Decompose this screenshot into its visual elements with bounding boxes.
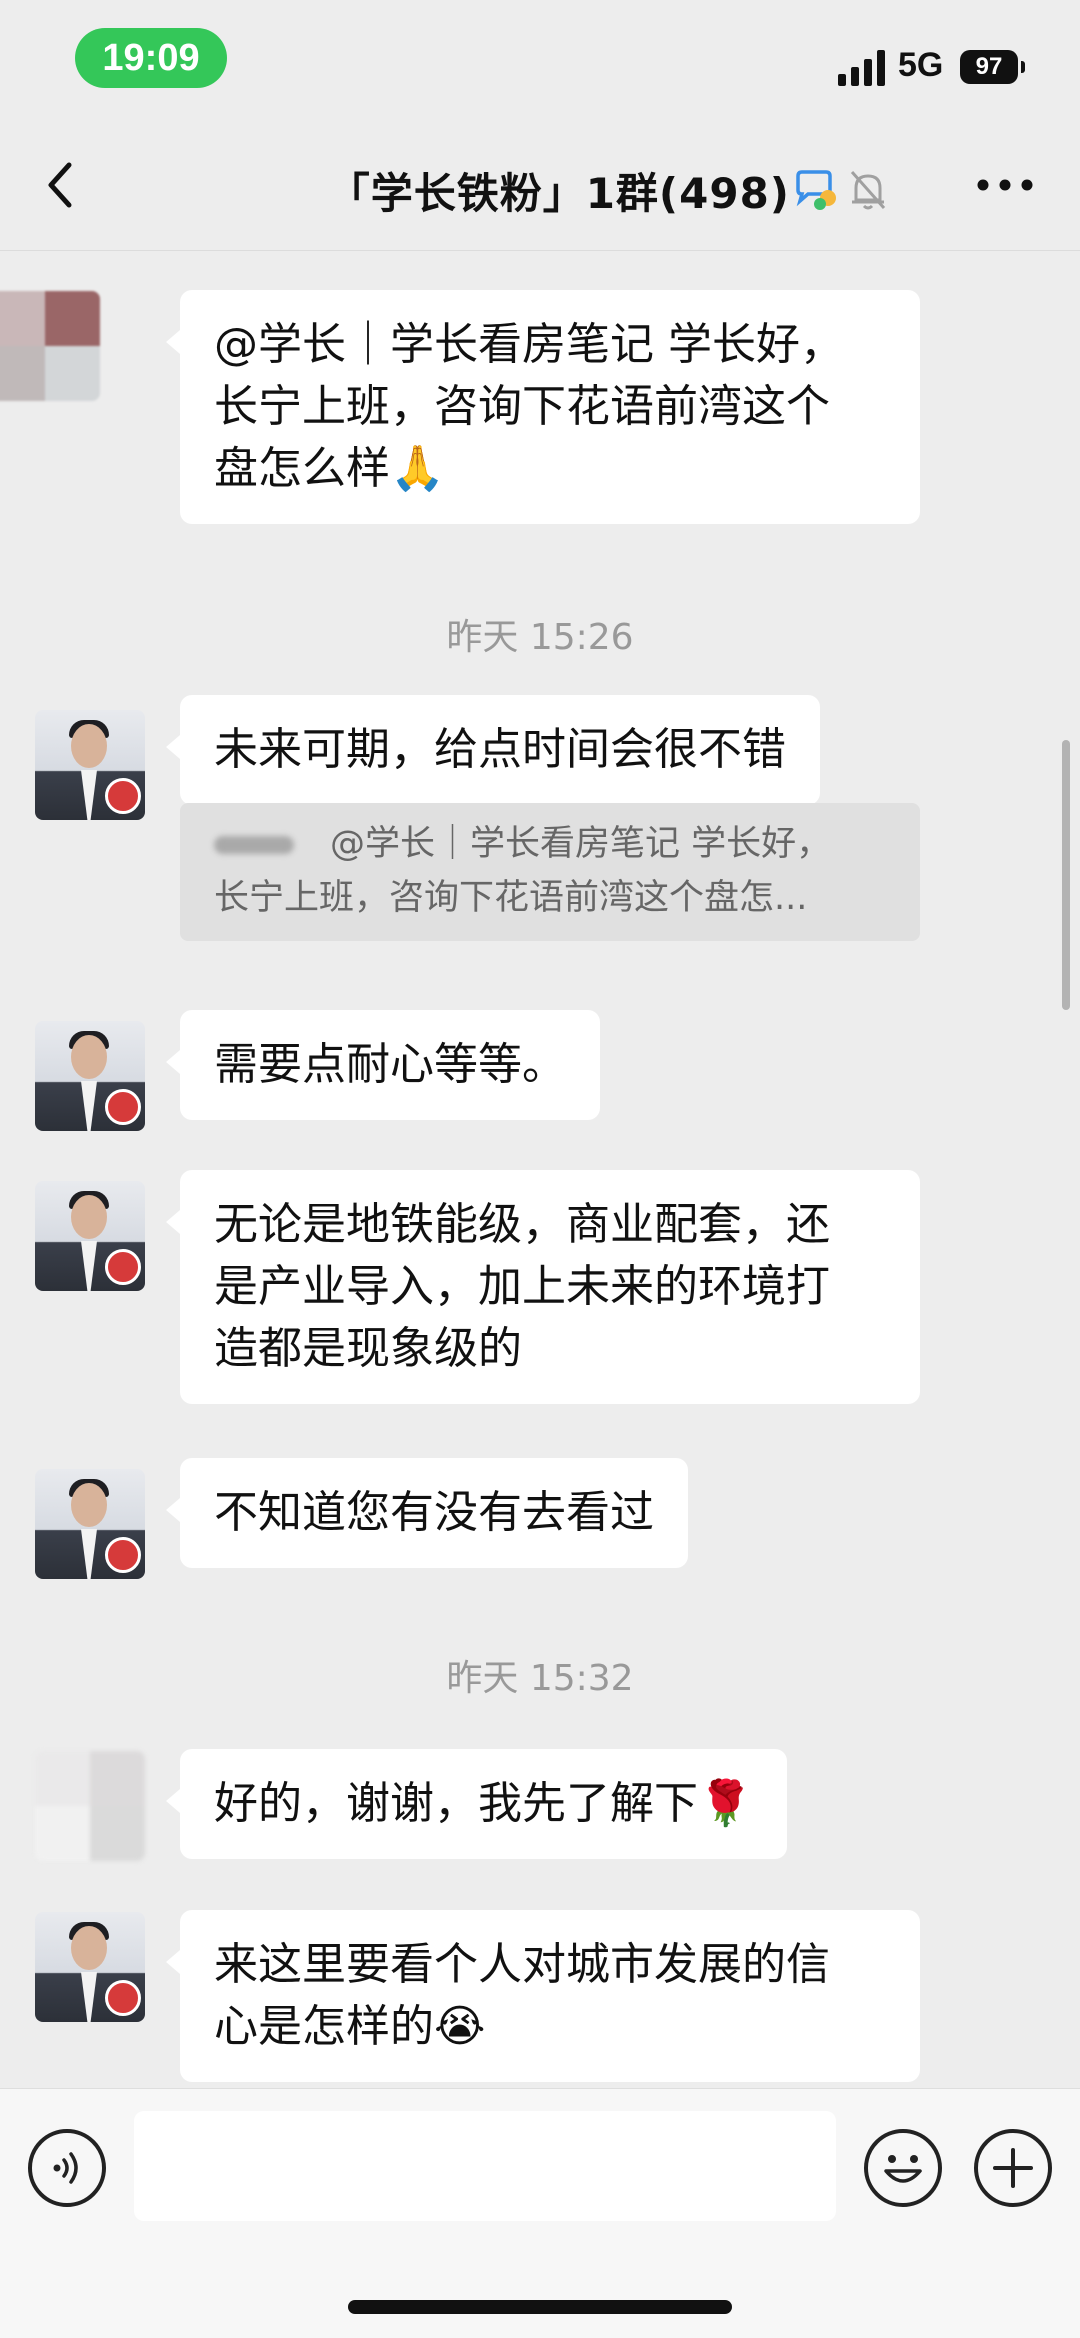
timestamp: 昨天 15:26	[446, 617, 634, 658]
message-bubble[interactable]: 无论是地铁能级，商业配套，还 是产业导入，加上未来的环境打 造都是现象级的	[166, 1170, 920, 1404]
timestamp: 昨天 15:32	[446, 1658, 634, 1699]
avatar[interactable]	[35, 1469, 145, 1579]
message-text: 心是怎样的😭	[214, 2001, 486, 2052]
emoji-button[interactable]	[864, 2129, 942, 2207]
message-text: 长宁上班，咨询下花语前湾这个	[214, 381, 830, 432]
voice-button[interactable]	[28, 2129, 106, 2207]
more-button[interactable]	[970, 155, 1040, 215]
message-bubble[interactable]: @学长｜学长看房笔记 学长好， 长宁上班，咨询下花语前湾这个 盘怎么样🙏	[166, 290, 920, 524]
chat-header: 「学长铁粉」1群(498)	[0, 120, 1080, 251]
more-dots-icon	[977, 179, 1033, 191]
more-functions-button[interactable]	[974, 2129, 1052, 2207]
plus-icon	[993, 2148, 1033, 2188]
status-bar: 19:09 5G 97	[0, 0, 1080, 120]
avatar[interactable]	[35, 1912, 145, 2022]
message-bubble[interactable]: 来这里要看个人对城市发展的信 心是怎样的😭	[166, 1910, 920, 2082]
quoted-text: @学长｜学长看房笔记 学长好，	[330, 824, 832, 864]
message-bubble[interactable]: 需要点耐心等等。	[166, 1010, 600, 1120]
bell-off-icon	[850, 171, 886, 210]
avatar[interactable]	[35, 1021, 145, 1131]
chat-title[interactable]: 「学长铁粉」1群(498)	[300, 160, 790, 218]
back-button[interactable]	[30, 155, 90, 215]
voice-icon	[53, 2152, 78, 2184]
network-type: 5G	[898, 46, 944, 84]
message-bubble[interactable]: 未来可期，给点时间会很不错	[166, 695, 820, 805]
avatar[interactable]	[35, 710, 145, 820]
avatar[interactable]	[0, 291, 100, 401]
home-indicator[interactable]	[348, 2300, 732, 2314]
quoted-message[interactable]: @学长｜学长看房笔记 学长好， 长宁上班，咨询下花语前湾这个盘怎...	[180, 803, 920, 941]
chevron-left-icon	[48, 162, 72, 208]
message-text: @学长｜学长看房笔记 学长好，	[214, 319, 844, 370]
message-text: 盘怎么样🙏	[214, 443, 445, 494]
message-bubble[interactable]: 好的，谢谢，我先了解下🌹	[166, 1749, 787, 1859]
message-text: 来这里要看个人对城市发展的信	[214, 1939, 830, 1990]
status-time: 19:09	[75, 28, 227, 88]
group-chat-icon	[796, 170, 836, 210]
message-text: 是产业导入，加上未来的环境打	[214, 1261, 830, 1312]
signal-icon	[838, 50, 885, 86]
quoted-text: 长宁上班，咨询下花语前湾这个盘怎...	[214, 878, 808, 918]
avatar[interactable]	[35, 1181, 145, 1291]
emoji-icon	[884, 2155, 922, 2183]
quoted-sender	[214, 836, 294, 854]
message-bubble[interactable]: 不知道您有没有去看过	[166, 1458, 688, 1568]
battery-icon: 97	[960, 50, 1025, 84]
avatar[interactable]	[35, 1751, 145, 1861]
message-text: 无论是地铁能级，商业配套，还	[214, 1199, 830, 1250]
message-input[interactable]	[134, 2111, 836, 2221]
scrollbar[interactable]	[1062, 740, 1070, 1010]
message-text: 造都是现象级的	[214, 1323, 522, 1374]
message-list[interactable]: @学长｜学长看房笔记 学长好， 长宁上班，咨询下花语前湾这个 盘怎么样🙏 昨天 …	[0, 251, 1080, 2087]
